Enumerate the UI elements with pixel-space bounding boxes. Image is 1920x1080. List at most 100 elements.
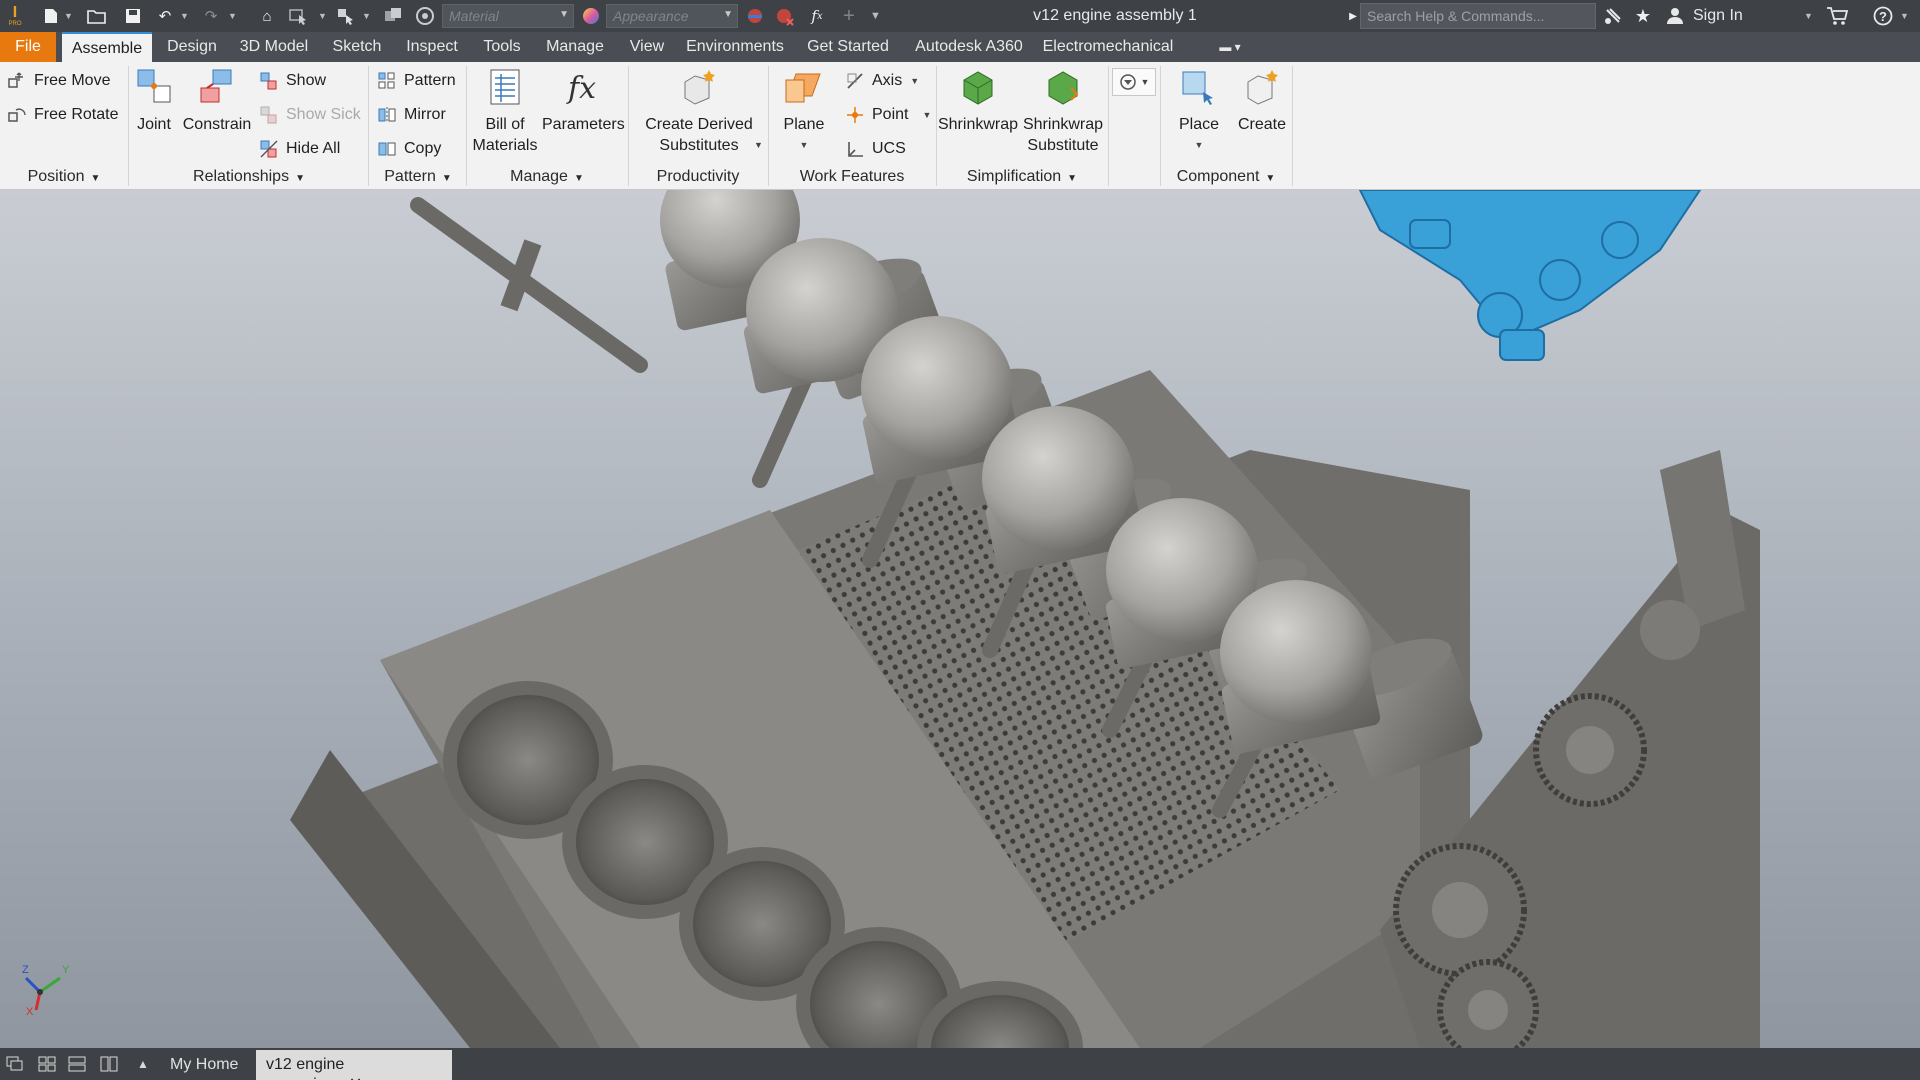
show-button[interactable]: Show bbox=[258, 68, 326, 94]
hide-all-button[interactable]: Hide All bbox=[258, 136, 340, 162]
free-rotate-label: Free Rotate bbox=[34, 106, 119, 123]
help-dropdown-icon[interactable]: ▼ bbox=[1900, 9, 1910, 23]
pattern-button[interactable]: Pattern bbox=[376, 68, 456, 94]
redo-icon[interactable]: ↷ bbox=[200, 5, 222, 27]
mirror-button[interactable]: Mirror bbox=[376, 102, 446, 128]
manage-group-label[interactable]: Manage ▼ bbox=[466, 168, 628, 186]
cart-icon[interactable] bbox=[1826, 5, 1848, 27]
relationships-group-label[interactable]: Relationships ▼ bbox=[130, 168, 368, 186]
appearance-combo[interactable]: Appearance ▼ bbox=[606, 4, 738, 28]
help-icon[interactable]: ? bbox=[1872, 5, 1894, 27]
tab-document[interactable]: v12 engine asse...iam ✕ bbox=[256, 1050, 452, 1080]
tab-my-home[interactable]: My Home bbox=[160, 1050, 252, 1080]
app-logo-icon[interactable]: I PRO bbox=[4, 2, 26, 30]
user-icon[interactable] bbox=[1664, 5, 1686, 27]
new-dropdown-icon[interactable]: ▼ bbox=[64, 9, 74, 23]
tile-windows-icon[interactable] bbox=[36, 1054, 58, 1074]
filter-dropdown-icon[interactable]: ▼ bbox=[362, 9, 372, 23]
tab-file[interactable]: File bbox=[0, 32, 56, 62]
ucs-label: UCS bbox=[872, 140, 906, 157]
svg-text:?: ? bbox=[1879, 9, 1887, 24]
tab-assemble[interactable]: Assemble bbox=[62, 32, 152, 62]
close-icon[interactable]: ✕ bbox=[349, 1076, 362, 1080]
new-file-icon[interactable] bbox=[40, 5, 62, 27]
tab-tools[interactable]: Tools bbox=[474, 32, 530, 62]
ribbon-separator bbox=[128, 66, 129, 186]
color-override-icon[interactable] bbox=[414, 5, 436, 27]
tab-get-started[interactable]: Get Started bbox=[796, 32, 900, 62]
sign-in-link[interactable]: Sign In bbox=[1693, 7, 1743, 25]
tab-environments[interactable]: Environments bbox=[682, 32, 788, 62]
plane-button[interactable]: Plane ▼ bbox=[776, 66, 832, 156]
create-derived-substitutes-button[interactable]: Create Derived Substitutes bbox=[636, 66, 762, 156]
work-features-group-label[interactable]: Work Features bbox=[768, 168, 936, 186]
shrinkwrap-icon bbox=[963, 71, 993, 105]
tab-design[interactable]: Design bbox=[160, 32, 224, 62]
save-icon[interactable] bbox=[122, 5, 144, 27]
copy-button[interactable]: Copy bbox=[376, 136, 441, 162]
cascade-windows-icon[interactable] bbox=[4, 1054, 26, 1074]
show-sick-button[interactable]: Show Sick bbox=[258, 102, 361, 128]
tab-autodesk-a360[interactable]: Autodesk A360 bbox=[908, 32, 1030, 62]
adjust-appearance-icon[interactable] bbox=[744, 5, 766, 27]
tab-electromechanical[interactable]: Electromechanical bbox=[1038, 32, 1178, 62]
bill-of-materials-button[interactable]: Bill of Materials bbox=[470, 66, 540, 156]
plane-dropdown-icon[interactable]: ▼ bbox=[776, 135, 832, 156]
filter-dropdown-button[interactable]: ▼ bbox=[1112, 68, 1156, 96]
clear-appearance-icon[interactable] bbox=[774, 5, 796, 27]
derived-label-line2: Substitutes bbox=[659, 137, 739, 154]
customize-toolbar-icon[interactable]: ▼ bbox=[870, 9, 881, 23]
free-move-button[interactable]: Free Move bbox=[6, 68, 110, 94]
tab-3d-model[interactable]: 3D Model bbox=[232, 32, 316, 62]
chevron-down-icon: ▼ bbox=[1265, 173, 1276, 184]
place-button[interactable]: Place ▼ bbox=[1170, 66, 1228, 156]
create-component-button[interactable]: Create bbox=[1232, 66, 1292, 135]
pattern-group-label[interactable]: Pattern ▼ bbox=[370, 168, 466, 186]
redo-dropdown-icon[interactable]: ▼ bbox=[228, 9, 238, 23]
derived-label-line1: Create Derived bbox=[645, 116, 753, 133]
tab-manage[interactable]: Manage bbox=[538, 32, 612, 62]
material-combo[interactable]: Material ▼ bbox=[442, 4, 574, 28]
tab-list-arrow-icon[interactable]: ▲ bbox=[132, 1054, 154, 1074]
ucs-button[interactable]: UCS bbox=[844, 136, 906, 162]
plus-icon[interactable]: + bbox=[838, 5, 860, 27]
shrinkwrap-substitute-button[interactable]: Shrinkwrap Substitute bbox=[1020, 66, 1106, 156]
parameters-button[interactable]: fx Parameters bbox=[542, 66, 625, 135]
favorites-star-icon[interactable]: ★ bbox=[1632, 5, 1654, 27]
productivity-group-label[interactable]: Productivity bbox=[628, 168, 768, 186]
engine-model-render[interactable] bbox=[0, 190, 1920, 1048]
tab-sketch[interactable]: Sketch bbox=[324, 32, 390, 62]
tile-vertical-icon[interactable] bbox=[98, 1054, 120, 1074]
panel-display-toggle-icon[interactable]: ▬ ▾ bbox=[1210, 32, 1250, 62]
select-dropdown-icon[interactable]: ▼ bbox=[318, 9, 328, 23]
component-group-label[interactable]: Component ▼ bbox=[1160, 168, 1292, 186]
select-filter-icon[interactable] bbox=[336, 5, 358, 27]
open-folder-icon[interactable] bbox=[86, 5, 108, 27]
ribbon-separator bbox=[368, 66, 369, 186]
sign-in-dropdown-icon[interactable]: ▼ bbox=[1804, 9, 1814, 23]
binoculars-icon[interactable] bbox=[1602, 5, 1624, 27]
point-dropdown-icon[interactable]: ▼ bbox=[922, 110, 931, 120]
search-input[interactable]: Search Help & Commands... bbox=[1360, 3, 1596, 29]
joint-button[interactable]: Joint bbox=[134, 66, 174, 135]
free-rotate-button[interactable]: Free Rotate bbox=[6, 102, 118, 128]
axis-button[interactable]: Axis ▼ bbox=[844, 68, 919, 94]
tab-view[interactable]: View bbox=[620, 32, 674, 62]
point-button[interactable]: Point ▼ bbox=[844, 102, 931, 128]
constrain-button[interactable]: Constrain bbox=[182, 66, 252, 135]
position-group-label[interactable]: Position ▼ bbox=[0, 168, 128, 186]
home-icon[interactable]: ⌂ bbox=[256, 5, 278, 27]
select-priority-icon[interactable] bbox=[288, 5, 310, 27]
place-dropdown-icon[interactable]: ▼ bbox=[1170, 135, 1228, 156]
shrinkwrap-button[interactable]: Shrinkwrap bbox=[936, 66, 1020, 135]
tile-horizontal-icon[interactable] bbox=[66, 1054, 88, 1074]
simplification-group-label[interactable]: Simplification ▼ bbox=[936, 168, 1108, 186]
undo-dropdown-icon[interactable]: ▼ bbox=[180, 9, 190, 23]
undo-icon[interactable]: ↶ bbox=[154, 5, 176, 27]
update-icon[interactable] bbox=[382, 5, 404, 27]
function-icon[interactable]: fx bbox=[806, 5, 828, 27]
tab-inspect[interactable]: Inspect bbox=[398, 32, 466, 62]
derived-dropdown-icon[interactable]: ▼ bbox=[754, 140, 763, 150]
graphics-viewport[interactable]: Z Y X bbox=[0, 190, 1920, 1048]
axis-dropdown-icon[interactable]: ▼ bbox=[910, 76, 919, 86]
